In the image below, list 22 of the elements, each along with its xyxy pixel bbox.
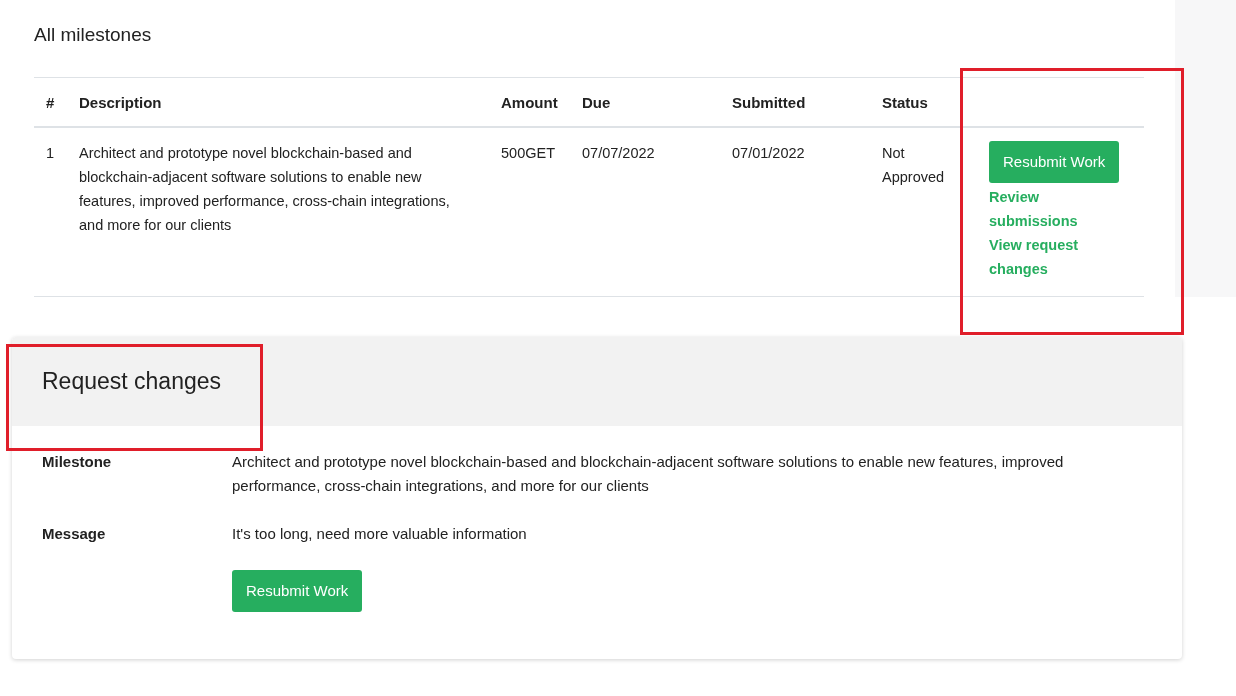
column-header: Due	[581, 93, 612, 111]
column-header: Submitted	[731, 93, 807, 111]
action-link[interactable]: Review submissions	[989, 185, 1089, 233]
table-cell-text: Not Approved	[881, 144, 946, 187]
table-cell-text: 1	[45, 144, 56, 163]
section-title: All milestones	[34, 23, 153, 47]
column-header: Amount	[500, 93, 559, 111]
table-cell-text: Architect and prototype novel blockchain-based and blockchain-adjacent software solutions to enable new features, improved performance, cross-chain integrations, and more for our clients	[79, 144, 451, 235]
table-cell-text: 07/01/2022	[731, 144, 806, 163]
field-label: Message	[42, 524, 107, 544]
field-value: Architect and prototype novel blockchain-based and blockchain-adjacent software solutions to enable new features, improved performance, cross-chain integrations, and more for our clients	[232, 452, 1065, 496]
column-header: Description	[79, 93, 163, 111]
table-cell-text: 07/07/2022	[581, 144, 656, 163]
field-value: It's too long, need more valuable information	[232, 524, 528, 544]
card-title: Request changes	[42, 368, 221, 395]
field-label: Milestone	[42, 452, 113, 472]
resubmit-work-button[interactable]: Resubmit Work	[989, 141, 1120, 183]
table-cell-text: 500GET	[500, 144, 556, 163]
column-header: #	[45, 93, 56, 111]
resubmit-work-button[interactable]: Resubmit Work	[232, 570, 363, 612]
column-header: Status	[881, 93, 929, 111]
action-link[interactable]: View request changes	[989, 233, 1089, 281]
